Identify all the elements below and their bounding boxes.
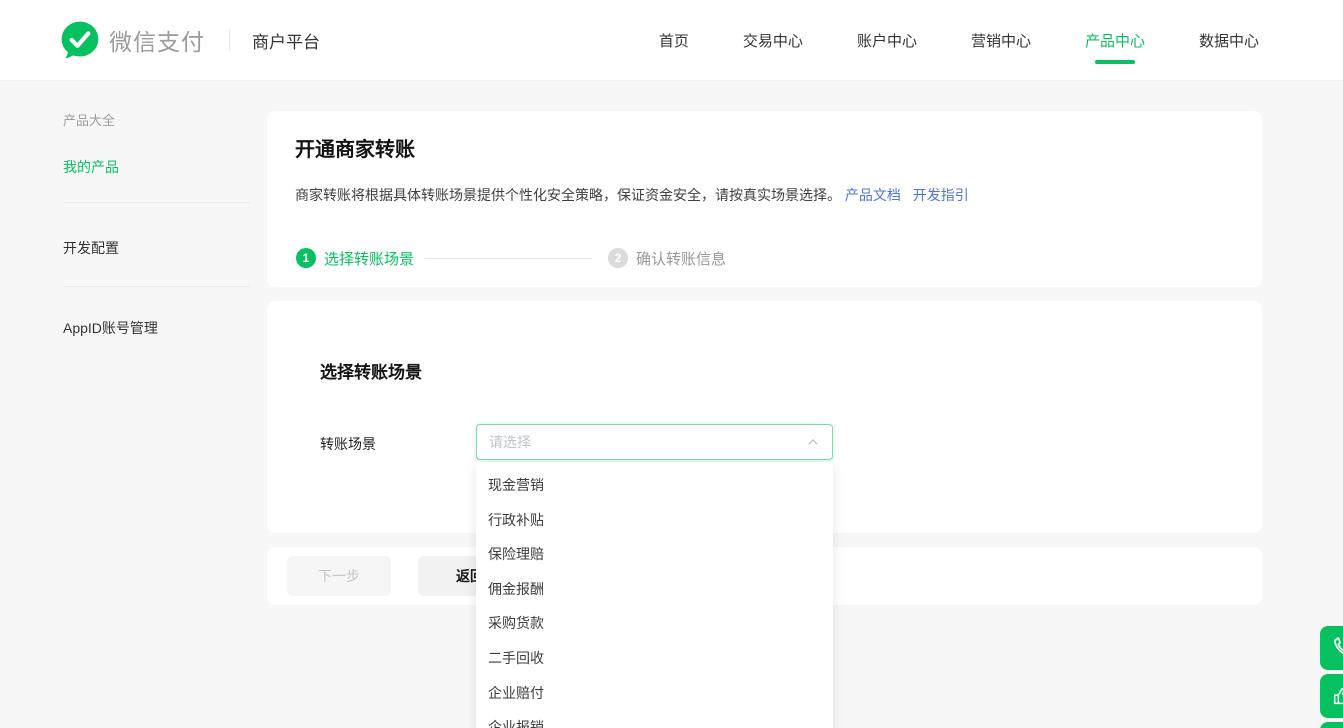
dropdown-option-admin-subsidy[interactable]: 行政补贴: [476, 503, 833, 538]
dropdown-option-reimbursement[interactable]: 企业报销: [476, 710, 833, 728]
brand-divider: [229, 29, 230, 51]
step-1-label: 选择转账场景: [324, 248, 414, 269]
nav-item-products[interactable]: 产品中心: [1085, 0, 1145, 81]
page-title: 开通商家转账: [295, 133, 415, 162]
sidebar-item-dev-config[interactable]: 开发配置: [63, 238, 119, 258]
sidebar-item-my-products[interactable]: 我的产品: [63, 157, 119, 177]
intro-description: 商家转账将根据具体转账场景提供个性化安全策略，保证资金安全，请按真实场景选择。 …: [295, 185, 969, 205]
brand[interactable]: 微信支付 商户平台: [60, 20, 320, 60]
dropdown-option-commission[interactable]: 佣金报酬: [476, 572, 833, 607]
nav-item-transactions[interactable]: 交易中心: [743, 0, 803, 81]
select-placeholder: 请选择: [489, 432, 806, 452]
dev-guide-link[interactable]: 开发指引: [913, 187, 969, 203]
step-indicator: 1 选择转账场景 2 确认转账信息: [296, 248, 726, 268]
header: 微信支付 商户平台 首页 交易中心 账户中心 营销中心 产品中心 数据中心: [0, 0, 1343, 81]
nav-item-home[interactable]: 首页: [659, 0, 689, 81]
feedback-icon: [1331, 685, 1343, 707]
transfer-scene-select[interactable]: 请选择: [476, 424, 833, 460]
feedback-float-button[interactable]: [1320, 674, 1343, 718]
brand-name: 微信支付: [109, 23, 205, 57]
nav-item-label: 营销中心: [971, 30, 1031, 51]
dropdown-option-procurement[interactable]: 采购货款: [476, 606, 833, 641]
nav-item-label: 账户中心: [857, 30, 917, 51]
dropdown-option-insurance-claim[interactable]: 保险理赔: [476, 537, 833, 572]
customer-service-float-button[interactable]: [1320, 626, 1343, 670]
nav-item-label: 交易中心: [743, 30, 803, 51]
dropdown-option-cash-marketing[interactable]: 现金营销: [476, 468, 833, 503]
top-nav: 首页 交易中心 账户中心 营销中心 产品中心 数据中心: [659, 0, 1343, 81]
next-step-button[interactable]: 下一步: [287, 556, 391, 596]
form-heading: 选择转账场景: [320, 358, 422, 383]
wechat-pay-logo-icon: [60, 20, 100, 60]
transfer-scene-dropdown: 现金营销 行政补贴 保险理赔 佣金报酬 采购货款 二手回收 企业赔付 企业报销: [476, 462, 833, 728]
dropdown-option-secondhand[interactable]: 二手回收: [476, 641, 833, 676]
nav-item-label: 数据中心: [1199, 30, 1259, 51]
nav-item-account[interactable]: 账户中心: [857, 0, 917, 81]
active-nav-underline: [1095, 60, 1135, 64]
nav-item-label: 产品中心: [1085, 30, 1145, 51]
step-2-circle: 2: [608, 248, 628, 268]
nav-item-marketing[interactable]: 营销中心: [971, 0, 1031, 81]
sidebar-divider: [63, 202, 250, 203]
step-2-label: 确认转账信息: [636, 248, 726, 269]
sidebar-item-appid-management[interactable]: AppID账号管理: [63, 318, 158, 338]
intro-description-text: 商家转账将根据具体转账场景提供个性化安全策略，保证资金安全，请按真实场景选择。: [295, 187, 841, 203]
step-1-circle: 1: [296, 248, 316, 268]
sidebar-group-products: 产品大全: [63, 110, 115, 129]
dropdown-option-compensation[interactable]: 企业赔付: [476, 676, 833, 711]
survey-float-button[interactable]: [1320, 722, 1343, 728]
chevron-up-icon: [806, 435, 820, 449]
nav-item-data[interactable]: 数据中心: [1199, 0, 1259, 81]
customer-service-icon: [1331, 637, 1343, 659]
sidebar-divider: [63, 286, 250, 287]
intro-card: 开通商家转账 商家转账将根据具体转账场景提供个性化安全策略，保证资金安全，请按真…: [267, 111, 1262, 287]
transfer-scene-label: 转账场景: [320, 434, 376, 454]
nav-item-label: 首页: [659, 30, 689, 51]
product-doc-link[interactable]: 产品文档: [845, 187, 901, 203]
step-connector-line: [425, 258, 592, 259]
portal-name: 商户平台: [252, 28, 320, 53]
